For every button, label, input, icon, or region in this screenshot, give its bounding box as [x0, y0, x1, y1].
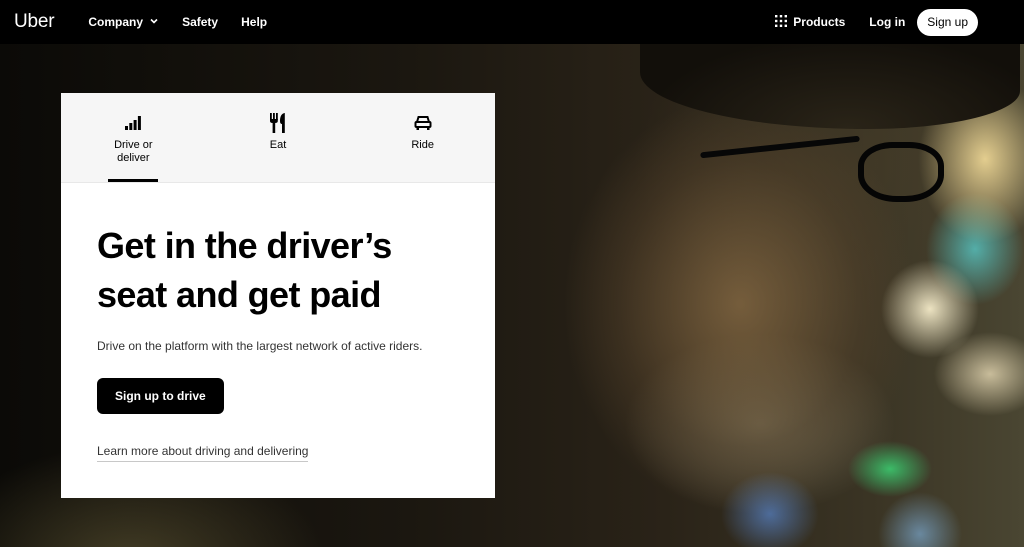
signal-bars-icon [123, 113, 143, 133]
fork-knife-icon [268, 113, 288, 133]
chevron-down-icon [149, 15, 159, 29]
hero-description: Drive on the platform with the largest n… [97, 339, 423, 353]
uber-logo[interactable]: Uber [14, 11, 55, 33]
hero-headline: Get in the driver’s seat and get paid [97, 225, 392, 315]
grid-dots-icon [775, 14, 788, 30]
nav-right: Products Log in Sign up [775, 8, 1010, 36]
login-link[interactable]: Log in [869, 15, 905, 29]
hero-card-body: Get in the driver’s seat and get paid Dr… [61, 221, 495, 462]
tab-eat-label: Eat [269, 139, 287, 151]
hero-card: Drive or deliver Eat Ride Get in the dri… [61, 93, 495, 498]
tab-eat[interactable]: Eat [206, 93, 351, 183]
tab-ride-label: Ride [411, 139, 434, 151]
hero-glasses-arm [700, 135, 860, 159]
hero-cap-shape [640, 44, 1020, 129]
tabs-divider [61, 182, 495, 183]
nav-products[interactable]: Products [775, 14, 846, 30]
nav-safety[interactable]: Safety [182, 15, 218, 29]
service-tabs: Drive or deliver Eat Ride [61, 93, 495, 183]
tab-ride[interactable]: Ride [350, 93, 495, 183]
tab-drive-or-deliver[interactable]: Drive or deliver [61, 93, 206, 183]
hero-glasses [858, 142, 944, 202]
sign-up-to-drive-button[interactable]: Sign up to drive [97, 378, 224, 414]
nav-products-label: Products [793, 15, 846, 29]
learn-more-link[interactable]: Learn more about driving and delivering [97, 444, 309, 462]
tab-drive-label: Drive or deliver [114, 139, 153, 164]
nav-help[interactable]: Help [241, 15, 267, 29]
top-nav: Uber Company Safety Help Products Log in… [0, 0, 1024, 44]
nav-company[interactable]: Company [88, 15, 159, 29]
nav-company-label: Company [88, 15, 144, 29]
car-icon [413, 113, 433, 133]
signup-button[interactable]: Sign up [917, 8, 978, 36]
